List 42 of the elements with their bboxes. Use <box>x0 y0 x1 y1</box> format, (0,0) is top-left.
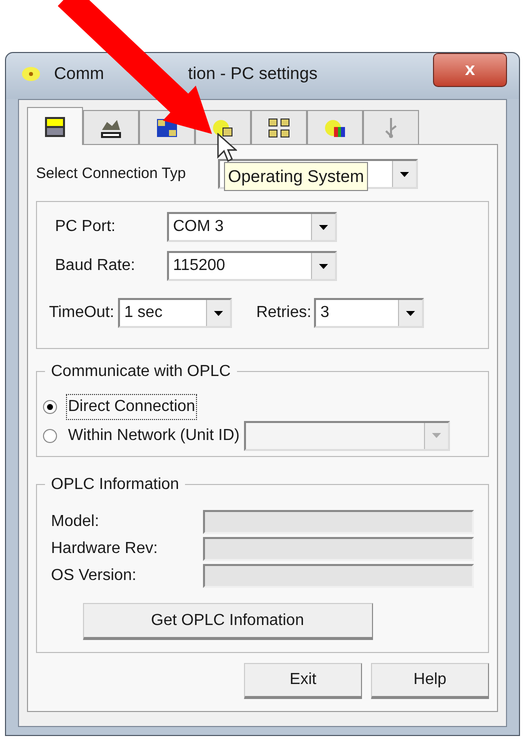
radio-button[interactable] <box>43 400 57 414</box>
dropdown-field[interactable]: 115200 <box>167 251 337 281</box>
caret-icon <box>214 310 224 316</box>
caret-icon <box>432 433 441 438</box>
tab-icon <box>43 114 67 138</box>
radio-label[interactable]: Within Network (Unit ID) <box>66 422 242 448</box>
dropdown-value: 1 sec <box>124 303 162 323</box>
tab[interactable] <box>83 110 139 144</box>
field-label: Baud Rate: <box>55 256 136 276</box>
caret-icon <box>319 264 328 268</box>
window-title: tion - PC settings <box>188 62 318 85</box>
tab[interactable] <box>307 110 363 144</box>
get-info-button[interactable]: Get OPLC Infomation <box>82 603 372 640</box>
dropdown-button[interactable] <box>206 300 230 326</box>
dropdown-button[interactable] <box>311 214 335 240</box>
tab[interactable] <box>251 110 307 144</box>
tab[interactable] <box>27 107 83 145</box>
tab-icon <box>267 116 291 140</box>
tooltip: Operating System <box>224 162 368 191</box>
field-label: OS Version: <box>51 566 138 586</box>
field-label: TimeOut: <box>49 303 114 323</box>
connection-type-label: Select Connection Typ <box>36 164 187 184</box>
caret-icon <box>406 310 416 316</box>
field-label: Hardware Rev: <box>51 538 159 558</box>
dropdown-button[interactable] <box>398 300 422 326</box>
dropdown-button[interactable] <box>311 253 335 279</box>
radio-label[interactable]: Direct Connection <box>66 394 198 420</box>
dialog-button[interactable]: Help <box>371 663 489 699</box>
radio-button[interactable] <box>43 428 57 442</box>
field-label: PC Port: <box>55 217 116 237</box>
dropdown-value: 115200 <box>173 256 226 276</box>
caret-icon <box>319 224 328 230</box>
caret-icon <box>400 172 409 176</box>
dropdown-value: COM 3 <box>173 217 224 237</box>
dialog-button[interactable]: Exit <box>244 663 362 699</box>
field-label: Retries: <box>256 303 312 323</box>
dropdown-field[interactable]: 1 sec <box>118 298 232 328</box>
dropdown-field[interactable]: 3 <box>314 298 424 328</box>
field-label: Model: <box>51 512 100 532</box>
dropdown-field[interactable]: COM 3 <box>167 212 337 242</box>
dropdown-value: 3 <box>320 303 330 323</box>
dropdown-button[interactable] <box>392 161 416 187</box>
